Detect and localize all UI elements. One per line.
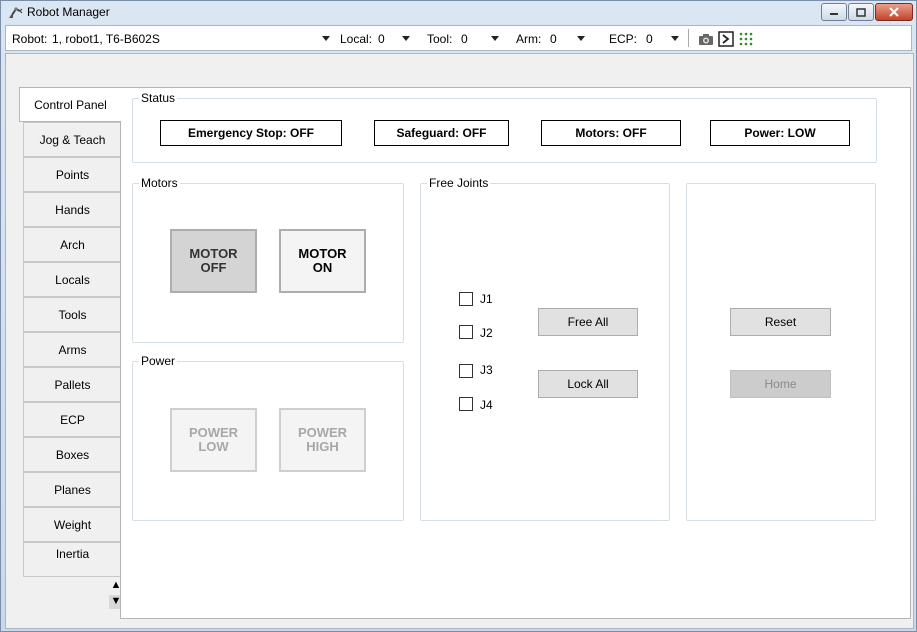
tab-locals[interactable]: Locals: [23, 262, 121, 297]
tool-dropdown-icon[interactable]: [491, 36, 499, 41]
motor-off-line2: OFF: [200, 260, 227, 275]
arm-label: Arm:: [516, 32, 542, 46]
tab-ecp[interactable]: ECP: [23, 402, 121, 437]
j1-label: J1: [480, 292, 493, 306]
robot-dropdown-icon[interactable]: [322, 36, 330, 41]
power-high-button[interactable]: POWER HIGH: [279, 408, 366, 472]
tab-pallets[interactable]: Pallets: [23, 367, 121, 402]
toolbar-separator: [688, 29, 689, 47]
tool-select[interactable]: 0: [461, 32, 468, 46]
tab-points[interactable]: Points: [23, 157, 121, 192]
power-low-line2: LOW: [198, 439, 229, 454]
tab-arch[interactable]: Arch: [23, 227, 121, 262]
robot-select[interactable]: 1, robot1, T6-B602S: [52, 32, 160, 46]
j3-checkbox[interactable]: [459, 364, 473, 378]
tab-planes[interactable]: Planes: [23, 472, 121, 507]
control-panel: Status Emergency Stop: OFF Safeguard: OF…: [120, 87, 911, 619]
local-label: Local:: [340, 32, 373, 46]
power-low-line1: POWER: [188, 425, 239, 440]
tab-strip: Control Panel Jog & Teach Points Hands A…: [19, 87, 121, 621]
power-low-label: POWER LOW: [189, 426, 238, 454]
motor-on-line1: MOTOR: [298, 246, 347, 261]
free-joints-group: Free Joints J1 J2 J3 J4 Free All Lock Al…: [420, 176, 670, 521]
maximize-icon: [856, 7, 866, 17]
arm-dropdown-icon[interactable]: [577, 36, 585, 41]
motor-off-button[interactable]: MOTOR OFF: [170, 229, 257, 293]
local-dropdown-icon[interactable]: [402, 36, 410, 41]
status-group-label: Status: [139, 91, 178, 105]
robot-toolbar: Robot: 1, robot1, T6-B602S Local: 0 Tool…: [5, 25, 912, 51]
status-group: Status Emergency Stop: OFF Safeguard: OF…: [132, 91, 877, 163]
power-group-label: Power: [139, 354, 178, 368]
minimize-icon: [830, 13, 838, 15]
j2-label: J2: [480, 326, 493, 340]
motor-on-line2: ON: [312, 260, 333, 275]
ecp-label: ECP:: [609, 32, 638, 46]
close-button[interactable]: [875, 3, 913, 21]
io-grid-icon[interactable]: [738, 31, 754, 47]
j4-label: J4: [480, 398, 493, 412]
j3-label: J3: [480, 363, 493, 377]
camera-icon[interactable]: [698, 31, 714, 47]
ecp-select[interactable]: 0: [646, 32, 653, 46]
motors-group-label: Motors: [139, 176, 180, 190]
tab-inertia[interactable]: Inertia: [23, 542, 121, 577]
motor-on-button[interactable]: MOTOR ON: [279, 229, 366, 293]
close-icon: [889, 7, 899, 17]
terminal-icon[interactable]: [718, 31, 734, 47]
lock-all-button[interactable]: Lock All: [538, 370, 638, 398]
power-group: Power POWER LOW POWER HIGH: [132, 354, 404, 521]
ecp-dropdown-icon[interactable]: [671, 36, 679, 41]
tab-jog-teach[interactable]: Jog & Teach: [23, 122, 121, 157]
free-joints-group-label: Free Joints: [427, 176, 491, 190]
power-status: Power: LOW: [710, 120, 850, 146]
motor-off-line1: MOTOR: [189, 246, 238, 261]
tab-control-panel[interactable]: Control Panel: [19, 87, 121, 122]
tab-weight[interactable]: Weight: [23, 507, 121, 542]
robot-label: Robot:: [12, 32, 48, 46]
power-high-line2: HIGH: [306, 439, 339, 454]
minimize-button[interactable]: [821, 3, 847, 21]
robot-arm-icon: [9, 7, 23, 18]
safeguard-status: Safeguard: OFF: [374, 120, 509, 146]
j4-checkbox[interactable]: [459, 397, 473, 411]
j2-checkbox[interactable]: [459, 325, 473, 339]
arm-select[interactable]: 0: [550, 32, 557, 46]
robot-manager-window: Robot Manager Robot: 1, robot1, T6-B602S…: [0, 0, 917, 632]
tab-arms[interactable]: Arms: [23, 332, 121, 367]
free-all-button[interactable]: Free All: [538, 308, 638, 336]
j1-checkbox[interactable]: [459, 292, 473, 306]
motors-status: Motors: OFF: [541, 120, 681, 146]
tab-boxes[interactable]: Boxes: [23, 437, 121, 472]
home-button[interactable]: Home: [730, 370, 831, 398]
power-high-line1: POWER: [297, 425, 348, 440]
title-bar[interactable]: Robot Manager: [1, 1, 916, 23]
reset-button[interactable]: Reset: [730, 308, 831, 336]
tab-tools[interactable]: Tools: [23, 297, 121, 332]
tab-hands[interactable]: Hands: [23, 192, 121, 227]
robot-actions-group: Reset Home: [686, 183, 876, 521]
local-select[interactable]: 0: [378, 32, 385, 46]
motors-group: Motors MOTOR OFF MOTOR ON: [132, 176, 404, 343]
power-high-label: POWER HIGH: [298, 426, 347, 454]
maximize-button[interactable]: [848, 3, 874, 21]
motor-off-label: MOTOR OFF: [189, 247, 237, 275]
emergency-stop-status: Emergency Stop: OFF: [160, 120, 342, 146]
tool-label: Tool:: [427, 32, 453, 46]
window-title: Robot Manager: [27, 5, 110, 19]
motor-on-label: MOTOR ON: [298, 247, 346, 275]
power-low-button[interactable]: POWER LOW: [170, 408, 257, 472]
